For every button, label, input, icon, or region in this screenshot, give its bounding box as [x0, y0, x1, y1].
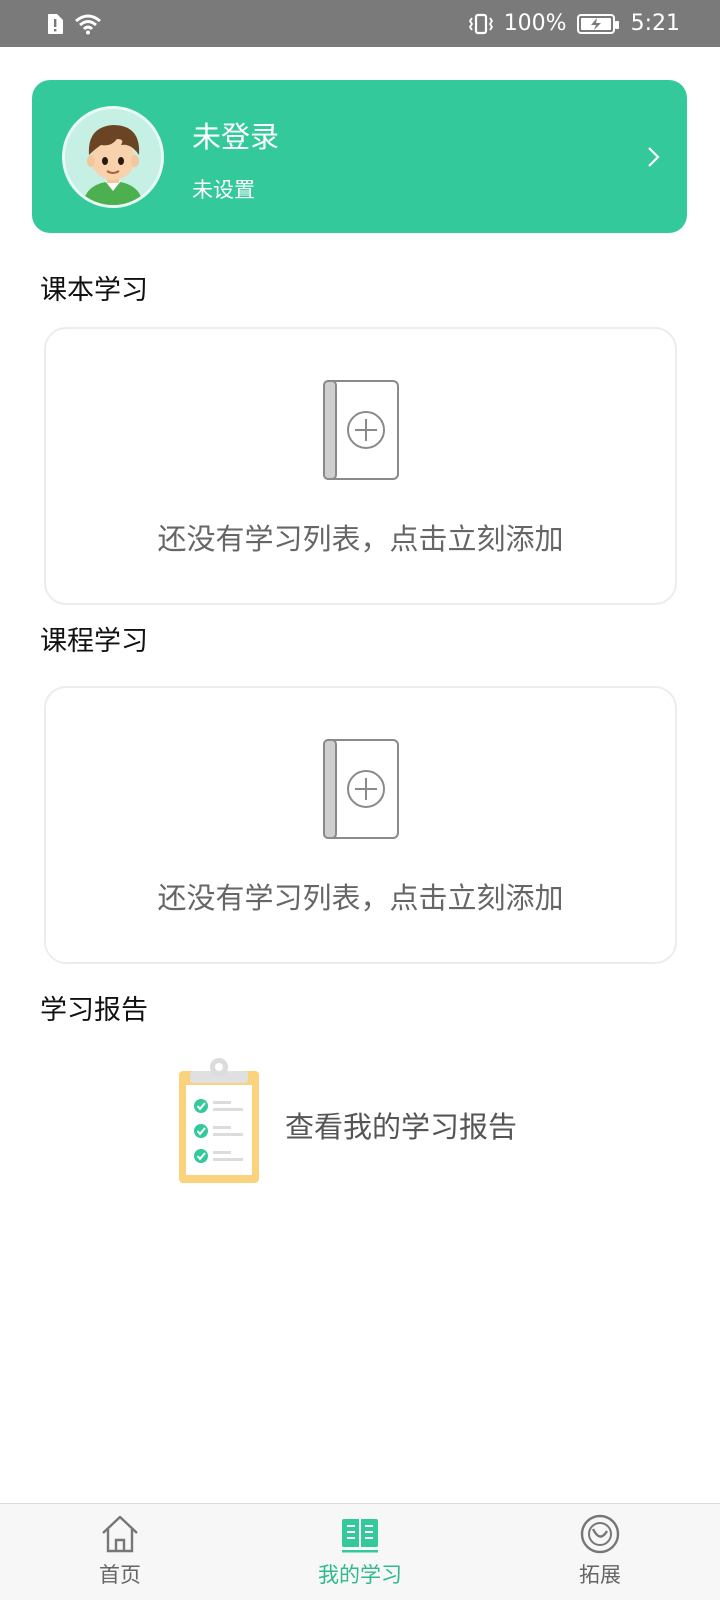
- view-report-link[interactable]: 查看我的学习报告: [178, 1055, 578, 1185]
- home-icon: [102, 1515, 138, 1553]
- clock: 5:21: [630, 11, 680, 36]
- course-empty-card[interactable]: 还没有学习列表，点击立刻添加: [44, 686, 677, 964]
- status-bar: 100% 5:21: [0, 0, 720, 47]
- battery-charging-icon: [576, 13, 619, 34]
- avatar: [62, 106, 164, 208]
- open-book-icon: [342, 1519, 378, 1553]
- section-title-textbook: 课本学习: [40, 275, 148, 306]
- section-title-course: 课程学习: [40, 626, 148, 657]
- tab-home-label: 首页: [99, 1563, 141, 1587]
- section-title-report: 学习报告: [40, 995, 148, 1026]
- add-book-icon: [323, 739, 399, 839]
- view-report-text: 查看我的学习报告: [285, 1110, 518, 1144]
- profile-subtitle: 未设置: [192, 178, 255, 202]
- textbook-empty-text: 还没有学习列表，点击立刻添加: [157, 522, 564, 556]
- explore-icon: [580, 1514, 620, 1554]
- wifi-icon: [74, 13, 102, 35]
- battery-percent: 100%: [503, 11, 567, 36]
- textbook-empty-card[interactable]: 还没有学习列表，点击立刻添加: [44, 327, 677, 605]
- tab-explore[interactable]: 拓展: [480, 1504, 720, 1600]
- tab-home[interactable]: 首页: [0, 1504, 240, 1600]
- tab-my-study-label: 我的学习: [318, 1563, 402, 1587]
- bottom-nav: 首页 我的学习 拓展: [0, 1503, 720, 1600]
- tab-explore-label: 拓展: [579, 1563, 621, 1587]
- course-empty-text: 还没有学习列表，点击立刻添加: [157, 881, 564, 915]
- profile-name: 未登录: [192, 120, 280, 154]
- status-right: 100% 5:21: [468, 11, 680, 36]
- profile-card[interactable]: 未登录 未设置: [32, 80, 687, 233]
- vibrate-icon: [468, 13, 494, 35]
- add-book-icon: [323, 380, 399, 480]
- tab-my-study[interactable]: 我的学习: [240, 1504, 480, 1600]
- sim-alert-icon: [46, 13, 64, 35]
- chevron-right-icon: [648, 147, 660, 167]
- status-left: [46, 13, 102, 35]
- clipboard-checklist-icon: [179, 1058, 259, 1183]
